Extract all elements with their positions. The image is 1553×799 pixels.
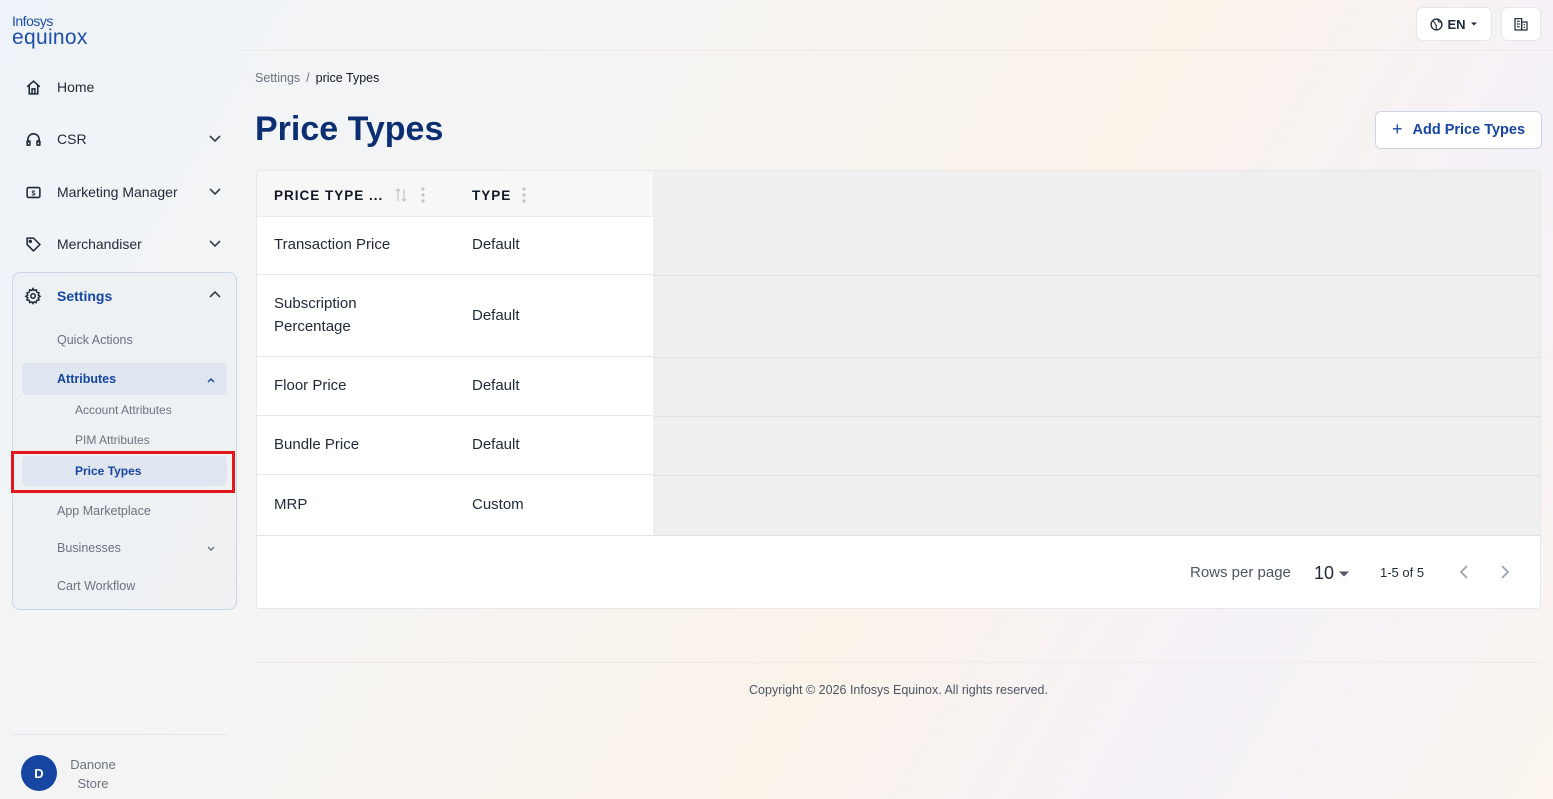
dollar-badge-icon: $ [22, 181, 44, 203]
sidebar-sub-account-attributes[interactable]: Account Attributes [75, 403, 172, 417]
cell-price-type: Transaction Price [274, 236, 391, 253]
rows-per-page-label: Rows per page [1190, 564, 1291, 581]
avatar[interactable]: D [21, 755, 57, 791]
caret-down-icon [1339, 571, 1350, 576]
table-row[interactable]: Transaction Price Default [257, 217, 653, 275]
cell-type: Default [472, 307, 520, 324]
business-switcher-button[interactable] [1501, 7, 1541, 41]
chevron-right-icon [1501, 565, 1510, 579]
copyright-text: Copyright © 2026 Infosys Equinox. All ri… [749, 683, 1048, 697]
breadcrumb-settings[interactable]: Settings [255, 71, 300, 85]
sidebar-divider [12, 734, 227, 735]
breadcrumb: Settings / price Types [255, 71, 379, 85]
svg-text:$: $ [31, 189, 35, 197]
cell-price-type: MRP [274, 496, 308, 513]
sidebar-sub-attributes-label: Attributes [57, 372, 117, 386]
chevron-down-icon[interactable] [205, 543, 217, 555]
sidebar-sub-app-marketplace[interactable]: App Marketplace [57, 504, 151, 518]
cell-type: Default [472, 436, 520, 453]
column-header-type[interactable]: TYPE [472, 188, 511, 203]
language-selector[interactable]: EN [1416, 7, 1492, 41]
column-menu-icon[interactable] [420, 186, 426, 204]
row-divider [653, 275, 1540, 276]
row-divider [653, 475, 1540, 476]
logo-line-2: equinox [12, 26, 88, 49]
sidebar-item-settings[interactable]: Settings [22, 281, 228, 311]
footer-divider [256, 662, 1541, 663]
highlight-box [11, 451, 235, 493]
breadcrumb-separator: / [306, 71, 310, 85]
chevron-down-icon[interactable] [208, 131, 222, 145]
page-title: Price Types [255, 110, 444, 148]
add-price-types-button[interactable]: + Add Price Types [1375, 111, 1542, 149]
globe-icon [1430, 17, 1444, 31]
sidebar-sub-attributes[interactable] [22, 363, 227, 395]
cell-price-type-line-1: Subscription [274, 295, 357, 312]
language-label: EN [1447, 16, 1466, 32]
header-divider [238, 50, 1553, 51]
chevron-left-icon [1459, 565, 1468, 579]
sidebar-item-label: Settings [57, 288, 113, 304]
price-types-table: PRICE TYPE ... TYPE Transaction Price De… [256, 170, 1541, 609]
sidebar-sub-businesses[interactable]: Businesses [57, 541, 121, 555]
tag-icon [22, 233, 44, 255]
pagination-range: 1-5 of 5 [1380, 565, 1425, 580]
chevron-down-icon[interactable] [208, 236, 222, 250]
table-row[interactable]: Bundle Price Default [257, 416, 653, 475]
cell-price-type: Floor Price [274, 377, 347, 394]
chevron-up-icon[interactable] [205, 374, 217, 386]
infosys-equinox-logo[interactable]: Infosys equinox [12, 14, 88, 48]
table-header: PRICE TYPE ... TYPE [257, 171, 653, 217]
sidebar-sub-cart-workflow[interactable]: Cart Workflow [57, 579, 135, 593]
chevron-down-icon[interactable] [208, 184, 222, 198]
store-name-line-2: Store [77, 776, 109, 791]
cell-price-type: Bundle Price [274, 436, 360, 453]
previous-page-button[interactable] [1454, 562, 1474, 582]
gear-icon [22, 285, 44, 307]
sidebar-item-label: CSR [57, 131, 87, 147]
table-empty-area [653, 171, 1540, 535]
column-header-price-type[interactable]: PRICE TYPE ... [274, 188, 383, 203]
home-icon [22, 76, 44, 98]
sidebar-item-label: Home [57, 79, 95, 95]
add-price-types-label: Add Price Types [1412, 122, 1526, 138]
sidebar-sub-quick-actions[interactable]: Quick Actions [57, 333, 133, 347]
cell-type: Custom [472, 496, 524, 513]
sidebar-item-marketing-manager[interactable]: $ Marketing Manager [22, 177, 228, 207]
sort-icon[interactable] [395, 188, 407, 202]
building-icon [1514, 18, 1528, 31]
cell-type: Default [472, 236, 520, 253]
headset-icon [22, 128, 44, 150]
rows-per-page-select[interactable]: 10 [1314, 563, 1350, 584]
row-divider [653, 357, 1540, 358]
store-name-line-1: Danone [70, 757, 116, 772]
plus-icon: + [1391, 118, 1403, 139]
sidebar-item-merchandiser[interactable]: Merchandiser [22, 229, 228, 259]
next-page-button[interactable] [1495, 562, 1515, 582]
table-row[interactable]: Floor Price Default [257, 357, 653, 416]
breadcrumb-current: price Types [315, 71, 380, 85]
table-row[interactable]: MRP Custom [257, 475, 653, 535]
sidebar-item-csr[interactable]: CSR [22, 124, 228, 154]
sidebar-item-home[interactable]: Home [22, 72, 228, 102]
column-menu-icon[interactable] [521, 186, 527, 204]
cell-type: Default [472, 377, 520, 394]
sidebar: Infosys equinox Home CSR $ Marketing Man… [0, 0, 238, 799]
sidebar-item-label: Merchandiser [57, 236, 142, 252]
table-footer-divider [257, 535, 1540, 536]
store-name[interactable]: Danone Store [62, 755, 124, 793]
cell-price-type-line-2: Percentage [274, 318, 351, 335]
table-row[interactable]: Subscription Percentage Default [257, 275, 653, 357]
caret-down-icon [1470, 22, 1477, 26]
sidebar-sub-pim-attributes[interactable]: PIM Attributes [75, 433, 150, 447]
sidebar-item-label: Marketing Manager [57, 184, 178, 200]
cell-price-type: Subscription Percentage [274, 292, 357, 338]
chevron-up-icon[interactable] [208, 288, 222, 302]
rows-per-page-value: 10 [1314, 563, 1335, 583]
row-divider [653, 416, 1540, 417]
